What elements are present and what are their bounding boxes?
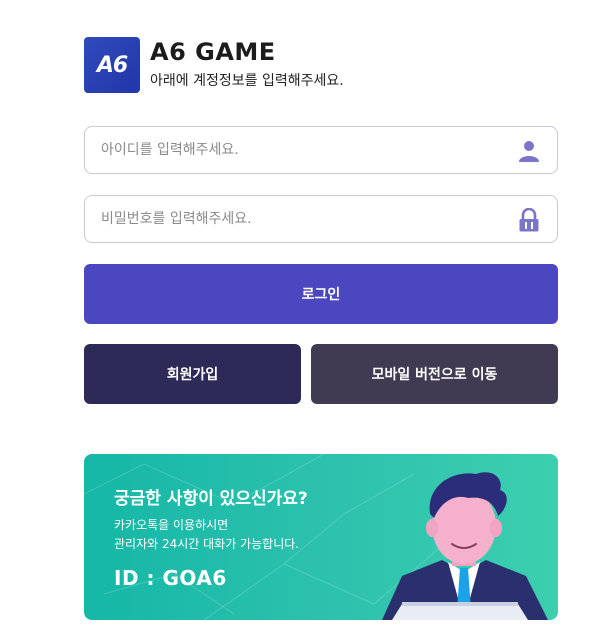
username-field[interactable] <box>84 126 558 174</box>
app-title: A6 GAME <box>150 38 276 66</box>
password-field[interactable] <box>84 195 558 243</box>
login-button[interactable]: 로그인 <box>84 264 558 324</box>
mobile-version-button[interactable]: 모바일 버전으로 이동 <box>311 344 558 404</box>
lock-icon <box>519 208 539 232</box>
banner-description-line2: 관리자와 24시간 대화가 가능합니다. <box>114 537 300 551</box>
username-input[interactable] <box>101 127 501 173</box>
header: A6 A6 GAME 아래에 계정정보를 입력해주세요. <box>84 37 558 93</box>
password-input[interactable] <box>101 196 501 242</box>
support-banner: 궁금한 사항이 있으신가요? 카카오톡을 이용하시면 관리자와 24시간 대화가… <box>84 454 558 620</box>
banner-description-line1: 카카오톡을 이용하시면 <box>114 518 229 532</box>
banner-title: 궁금한 사항이 있으신가요? <box>114 489 308 509</box>
user-icon <box>519 141 539 162</box>
app-logo: A6 <box>84 37 140 93</box>
signup-button[interactable]: 회원가입 <box>84 344 301 404</box>
login-instructions: 아래에 계정정보를 입력해주세요. <box>150 73 344 89</box>
support-agent-illustration <box>382 472 548 620</box>
kakao-id: ID : GOA6 <box>114 566 227 590</box>
